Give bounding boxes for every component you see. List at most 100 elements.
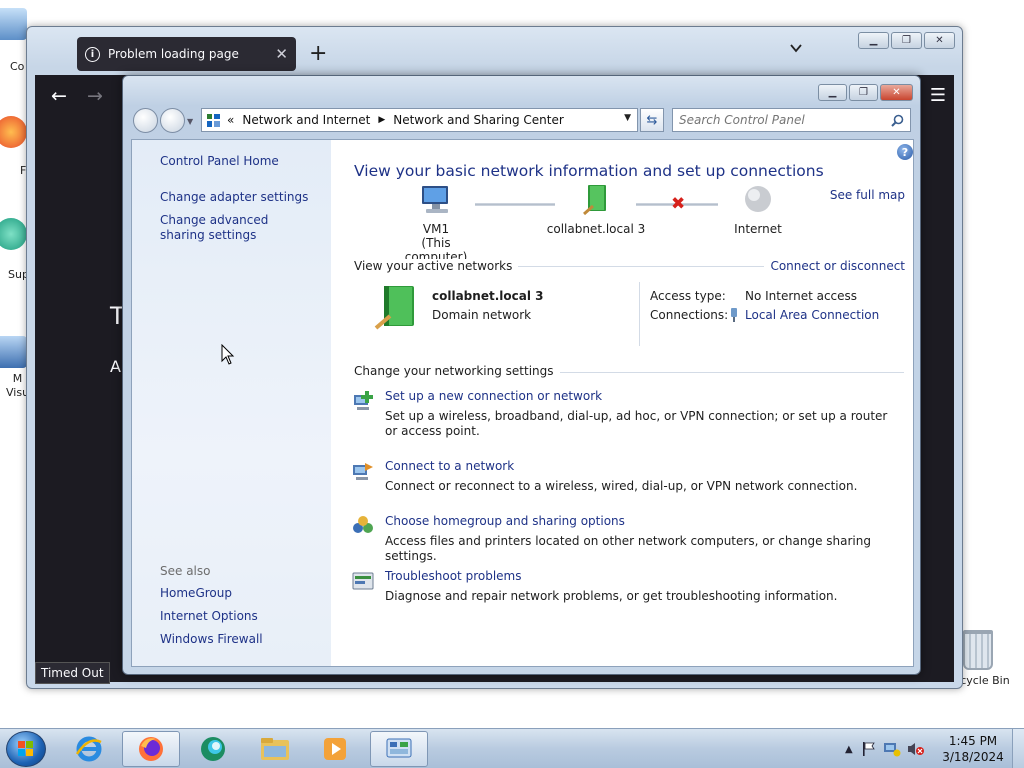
see-full-map-link[interactable]: See full map (830, 188, 905, 202)
network-status-icon[interactable] (883, 741, 901, 757)
info-icon: i (85, 46, 100, 62)
show-desktop-button[interactable] (1012, 729, 1024, 768)
map-computer-name: VM1 (422, 222, 450, 236)
minimize-icon: ▁ (869, 35, 878, 46)
windows-logo-icon (18, 741, 33, 756)
maximize-button[interactable]: ❐ (891, 32, 922, 49)
clock-date: 3/18/2024 (942, 750, 1004, 764)
help-icon: ? (901, 145, 909, 159)
system-tray: ▲ (845, 729, 925, 768)
taskbar-internet-explorer[interactable] (60, 731, 118, 767)
search-box[interactable] (672, 108, 911, 132)
taskbar-media-player[interactable] (306, 731, 364, 767)
clock-time: 1:45 PM (948, 734, 998, 748)
nav-internet-options[interactable]: Internet Options (160, 609, 258, 624)
connect-network-icon (353, 463, 373, 480)
map-node-computer[interactable]: VM1 (This computer) (392, 184, 480, 264)
active-networks-heading: View your active networks (354, 259, 519, 273)
nav-windows-firewall[interactable]: Windows Firewall (160, 632, 263, 647)
setup-connection-link[interactable]: Set up a new connection or network (385, 389, 602, 403)
domain-network-large-icon (374, 286, 414, 330)
address-bar[interactable]: « Network and Internet ▶ Network and Sha… (201, 108, 638, 132)
minimize-button[interactable]: ▁ (818, 84, 847, 101)
computer-icon (0, 8, 27, 40)
task-setup-connection: Set up a new connection or network Set u… (351, 389, 896, 439)
troubleshoot-link[interactable]: Troubleshoot problems (385, 569, 521, 583)
taskbar-clock[interactable]: 1:45 PM 3/18/2024 (940, 733, 1006, 765)
tab-title: Problem loading page (108, 47, 239, 61)
change-settings-heading: Change your networking settings (354, 364, 560, 378)
taskbar-file-explorer[interactable] (246, 731, 304, 767)
close-window-button[interactable]: ✕ (880, 84, 913, 101)
taskbar-control-panel[interactable] (370, 731, 428, 767)
volume-muted-icon[interactable] (907, 741, 925, 757)
status-bar: Timed Out (35, 662, 110, 684)
connect-disconnect-link[interactable]: Connect or disconnect (764, 259, 905, 273)
firefox-tab[interactable]: i Problem loading page ✕ (77, 37, 296, 71)
address-toolbar: ▼ « Network and Internet ▶ Network and S… (131, 108, 914, 133)
network-sharing-center-window: ▁ ❐ ✕ ▼ « Network and Internet ▶ Network… (122, 75, 921, 675)
list-tabs-icon[interactable] (789, 41, 803, 55)
map-internet-label: Internet (734, 222, 782, 236)
map-node-network[interactable]: collabnet.local 3 (541, 184, 651, 236)
nav-change-adapter-settings[interactable]: Change adapter settings (160, 190, 308, 205)
maximize-button[interactable]: ❐ (849, 84, 878, 101)
address-dropdown-icon[interactable]: ▼ (624, 113, 631, 123)
close-window-button[interactable]: ✕ (924, 32, 955, 49)
minimize-button[interactable]: ▁ (858, 32, 889, 49)
back-button[interactable]: ← (51, 85, 67, 107)
taskbar-firefox[interactable] (122, 731, 180, 767)
breadcrumb-overflow[interactable]: « (227, 113, 234, 127)
domain-network-icon (583, 185, 606, 216)
cp-window-controls: ▁ ❐ ✕ (816, 84, 913, 101)
refresh-button[interactable]: ⇆ (640, 108, 664, 132)
tab-close-button[interactable]: ✕ (275, 45, 288, 63)
breadcrumb-separator-icon[interactable]: ▶ (378, 115, 385, 125)
computer-icon (422, 186, 448, 213)
recycle-bin-icon (963, 630, 993, 670)
taskbar: ▲ 1:45 PM 3/18/2024 (0, 728, 1024, 768)
search-icon[interactable] (891, 114, 904, 127)
breadcrumb-network-sharing-center[interactable]: Network and Sharing Center (393, 113, 564, 127)
nav-control-panel-home[interactable]: Control Panel Home (160, 154, 279, 169)
new-tab-button[interactable]: + (309, 41, 327, 66)
task-connect-network: Connect to a network Connect or reconnec… (351, 459, 896, 499)
homegroup-link[interactable]: Choose homegroup and sharing options (385, 514, 625, 528)
homegroup-icon (353, 516, 373, 533)
internet-explorer-icon (75, 736, 102, 762)
back-button[interactable] (133, 108, 158, 133)
forward-button[interactable] (160, 108, 185, 133)
nav-homegroup[interactable]: HomeGroup (160, 586, 232, 601)
local-area-connection-link[interactable]: Local Area Connection (745, 308, 879, 322)
support-icon (0, 218, 27, 250)
left-nav-pane: Control Panel Home Change adapter settin… (132, 140, 331, 666)
taskbar-edge[interactable] (184, 731, 242, 767)
map-node-internet[interactable]: Internet (723, 184, 793, 236)
start-button[interactable] (6, 731, 46, 767)
firefox-window-controls: ▁ ❐ ✕ (856, 32, 955, 49)
control-panel-icon (207, 113, 220, 127)
active-network-type[interactable]: Domain network (432, 308, 531, 322)
search-input[interactable] (679, 113, 891, 127)
forward-button[interactable]: → (87, 85, 103, 107)
vertical-divider (639, 282, 640, 346)
action-center-flag-icon[interactable] (861, 741, 877, 757)
show-hidden-icons-icon[interactable]: ▲ (845, 744, 853, 755)
disconnected-x-icon: ✖ (671, 194, 686, 214)
recent-pages-dropdown[interactable]: ▼ (187, 117, 193, 133)
nav-change-advanced-sharing[interactable]: Change advanced sharing settings (160, 213, 310, 243)
minimize-icon: ▁ (828, 87, 837, 98)
hamburger-menu-icon[interactable]: ☰ (930, 85, 946, 106)
see-also-heading: See also (160, 564, 211, 578)
breadcrumb-network-and-internet[interactable]: Network and Internet (242, 113, 370, 127)
homegroup-desc: Access files and printers located on oth… (385, 534, 871, 563)
refresh-icon: ⇆ (646, 112, 658, 128)
media-player-icon (324, 738, 346, 760)
firefox-icon (139, 737, 163, 761)
folder-icon (261, 738, 289, 760)
edge-icon (201, 737, 225, 761)
connections-label: Connections: (650, 308, 729, 322)
help-button[interactable]: ? (897, 144, 913, 160)
troubleshoot-icon (352, 572, 374, 590)
connect-network-link[interactable]: Connect to a network (385, 459, 514, 473)
